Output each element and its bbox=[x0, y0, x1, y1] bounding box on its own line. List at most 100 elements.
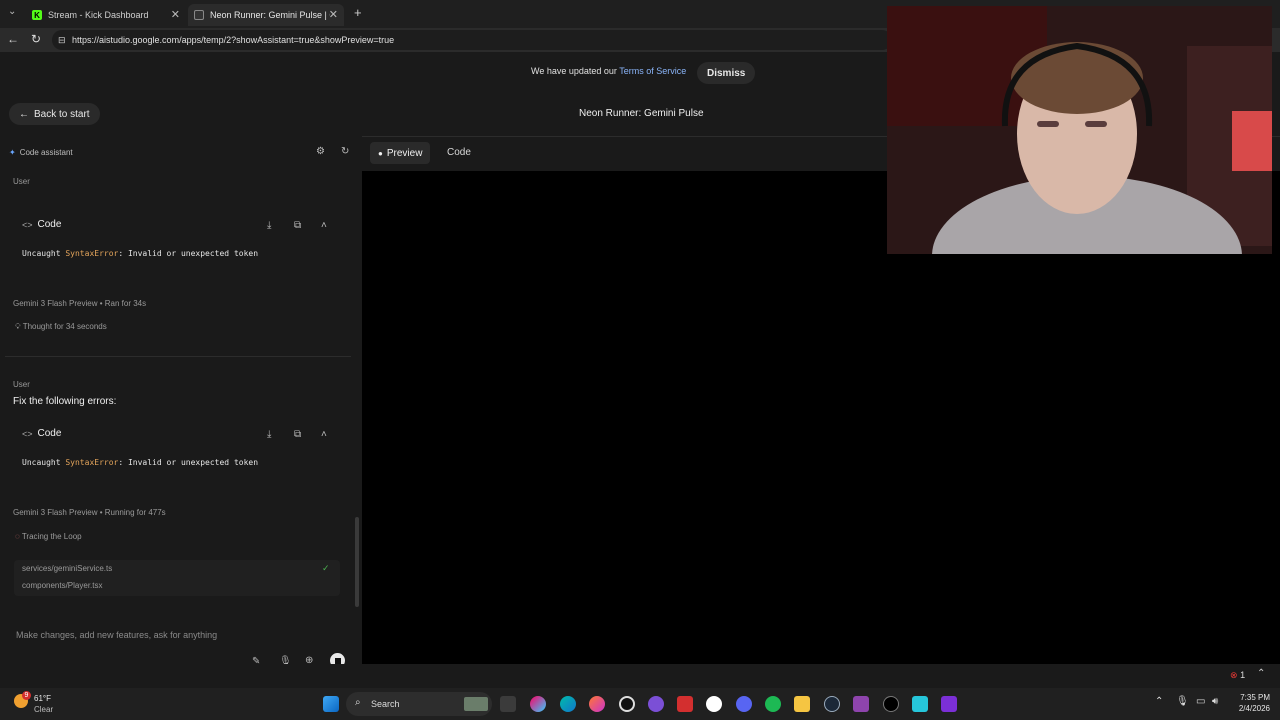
model-run-status: Gemini 3 Flash Preview • Running for 477… bbox=[13, 508, 166, 517]
message-divider bbox=[5, 356, 351, 357]
error-line: Uncaught SyntaxError: Invalid or unexpec… bbox=[22, 458, 258, 467]
app-cyan-icon[interactable] bbox=[912, 696, 928, 712]
file-item[interactable]: components/Player.tsx bbox=[22, 581, 102, 590]
error-prefix: Uncaught bbox=[22, 458, 66, 467]
file-list-card: services/geminiService.ts ✓ components/P… bbox=[14, 560, 340, 596]
new-tab-button[interactable]: + bbox=[354, 5, 362, 20]
windows-taskbar: 9 61°F Clear ⌕ Search ⌃ 🎙︎ ▭ 🔊︎ 7:35 PM … bbox=[0, 688, 1280, 720]
error-message: : Invalid or unexpected token bbox=[118, 249, 259, 258]
back-to-start-button[interactable]: ← Back to start bbox=[9, 103, 100, 125]
terms-banner: We have updated our Terms of Service bbox=[531, 66, 686, 76]
terms-link[interactable]: Terms of Service bbox=[619, 66, 686, 76]
download-icon[interactable]: ⤓ bbox=[267, 220, 271, 231]
page-title: Neon Runner: Gemini Pulse bbox=[579, 108, 704, 119]
code-title: Code bbox=[37, 219, 62, 230]
google-icon bbox=[194, 10, 204, 20]
copy-icon[interactable]: ⧉ bbox=[294, 220, 301, 231]
itunes-icon[interactable] bbox=[706, 696, 722, 712]
file-explorer-icon[interactable] bbox=[794, 696, 810, 712]
sparkle-icon: ✦ bbox=[9, 148, 16, 157]
tray-overflow-chevron-icon[interactable]: ⌃ bbox=[1155, 696, 1163, 707]
clock-time: 7:35 PM bbox=[1240, 693, 1270, 702]
back-label: Back to start bbox=[34, 108, 90, 120]
dismiss-button[interactable]: Dismiss bbox=[697, 62, 756, 84]
error-count: 1 bbox=[1240, 670, 1246, 680]
steam-icon[interactable] bbox=[824, 696, 840, 712]
clock-date: 2/4/2026 bbox=[1238, 704, 1270, 713]
tab-code[interactable]: Code bbox=[447, 147, 471, 158]
clock[interactable]: 7:35 PM 2/4/2026 bbox=[1228, 693, 1270, 713]
status-bar: ⊗ 1 ⌃ bbox=[0, 664, 1280, 688]
chevron-up-icon[interactable]: ˄ bbox=[321, 429, 327, 440]
webcam-overlay bbox=[887, 6, 1272, 254]
error-indicator[interactable]: ⊗ 1 bbox=[1230, 670, 1245, 681]
panel-scrollbar[interactable] bbox=[355, 517, 359, 607]
arrow-left-icon: ← bbox=[19, 108, 29, 120]
task-view-icon[interactable] bbox=[500, 696, 516, 712]
assistant-panel: ✦ Code assistant ⚙ ↻ User <> Code ⤓ ⧉ ˄ … bbox=[0, 136, 362, 686]
code-block-header: <> Code bbox=[22, 219, 61, 230]
browser-tab-kick[interactable]: K Stream - Kick Dashboard ✕ bbox=[26, 4, 186, 26]
thought-summary[interactable]: 💡︎ Thought for 34 seconds bbox=[15, 322, 107, 332]
step-label: Tracing the Loop bbox=[21, 532, 82, 541]
copilot-icon[interactable] bbox=[530, 696, 546, 712]
weather-temp: 61°F bbox=[34, 694, 51, 703]
error-circle-icon: ⊗ bbox=[1230, 670, 1238, 680]
copy-icon[interactable]: ⧉ bbox=[294, 429, 301, 440]
code-brackets-icon: <> bbox=[22, 428, 33, 439]
mic-tray-icon[interactable]: 🎙︎ bbox=[1176, 696, 1189, 707]
model-name: Gemini 3 Flash Preview bbox=[13, 508, 98, 517]
model-run-status: Gemini 3 Flash Preview • Ran for 34s bbox=[13, 299, 146, 308]
spotify-icon[interactable] bbox=[765, 696, 781, 712]
close-tab-icon[interactable]: ✕ bbox=[171, 8, 180, 21]
check-circle-icon: ✓ bbox=[322, 563, 330, 573]
thought-label: Thought for 34 seconds bbox=[22, 322, 107, 331]
back-arrow-icon[interactable]: ← bbox=[7, 32, 19, 46]
settings-gear-icon[interactable]: ⚙ bbox=[316, 146, 325, 157]
reload-icon[interactable]: ↻ bbox=[31, 32, 41, 46]
banner-text: We have updated our bbox=[531, 66, 617, 76]
tab-list-chevron-icon[interactable]: ⌄ bbox=[8, 6, 16, 17]
error-prefix: Uncaught bbox=[22, 249, 66, 258]
chevron-up-icon[interactable]: ˄ bbox=[321, 220, 327, 231]
stop-square-icon bbox=[334, 657, 341, 664]
app-purple-icon[interactable] bbox=[648, 696, 664, 712]
error-type: SyntaxError bbox=[65, 249, 119, 258]
download-icon[interactable]: ⤓ bbox=[267, 429, 271, 440]
tab-title: Neon Runner: Gemini Pulse | Goo bbox=[210, 10, 330, 20]
firefox-icon[interactable] bbox=[589, 696, 605, 712]
refresh-icon[interactable]: ↻ bbox=[341, 146, 349, 157]
error-line: Uncaught SyntaxError: Invalid or unexpec… bbox=[22, 249, 258, 258]
app-dark-icon[interactable] bbox=[883, 696, 899, 712]
code-block-header: <> Code bbox=[22, 428, 61, 439]
windows-start-icon[interactable] bbox=[323, 696, 339, 712]
lightbulb-icon: 💡︎ bbox=[15, 322, 21, 331]
error-message: : Invalid or unexpected token bbox=[118, 458, 259, 467]
network-icon[interactable]: ▭ bbox=[1196, 696, 1205, 707]
site-info-icon[interactable]: ⊟ bbox=[58, 30, 66, 50]
url-field[interactable]: ⊟ https://aistudio.google.com/apps/temp/… bbox=[52, 30, 892, 50]
taskbar-search[interactable]: ⌕ Search bbox=[346, 692, 492, 716]
dismiss-label: Dismiss bbox=[707, 67, 746, 79]
edge-browser-icon[interactable] bbox=[560, 696, 576, 712]
obs-icon[interactable] bbox=[619, 696, 635, 712]
search-highlight-icon bbox=[464, 697, 488, 711]
app-red-icon[interactable] bbox=[677, 696, 693, 712]
volume-icon[interactable]: 🔊︎ bbox=[1212, 696, 1218, 707]
prompt-placeholder: Make changes, add new features, ask for … bbox=[16, 630, 218, 640]
chevron-up-icon[interactable]: ⌃ bbox=[1257, 668, 1265, 679]
preview-label: Preview bbox=[386, 147, 423, 159]
url-text: https://aistudio.google.com/apps/temp/2?… bbox=[72, 35, 395, 45]
close-tab-icon[interactable]: ✕ bbox=[329, 8, 338, 21]
file-item[interactable]: services/geminiService.ts bbox=[22, 564, 112, 573]
app-fx-icon[interactable] bbox=[941, 696, 957, 712]
tab-preview[interactable]: ● Preview bbox=[370, 142, 431, 164]
weather-condition: Clear bbox=[34, 705, 54, 714]
assistant-label: Code assistant bbox=[19, 148, 73, 157]
weather-badge: 9 bbox=[22, 691, 31, 700]
discord-icon[interactable] bbox=[736, 696, 752, 712]
browser-tab-aistudio[interactable]: Neon Runner: Gemini Pulse | Goo ✕ bbox=[188, 4, 344, 26]
app-clapper-icon[interactable] bbox=[853, 696, 869, 712]
user-message: Fix the following errors: bbox=[13, 396, 117, 407]
run-duration: Ran for 34s bbox=[104, 299, 147, 308]
